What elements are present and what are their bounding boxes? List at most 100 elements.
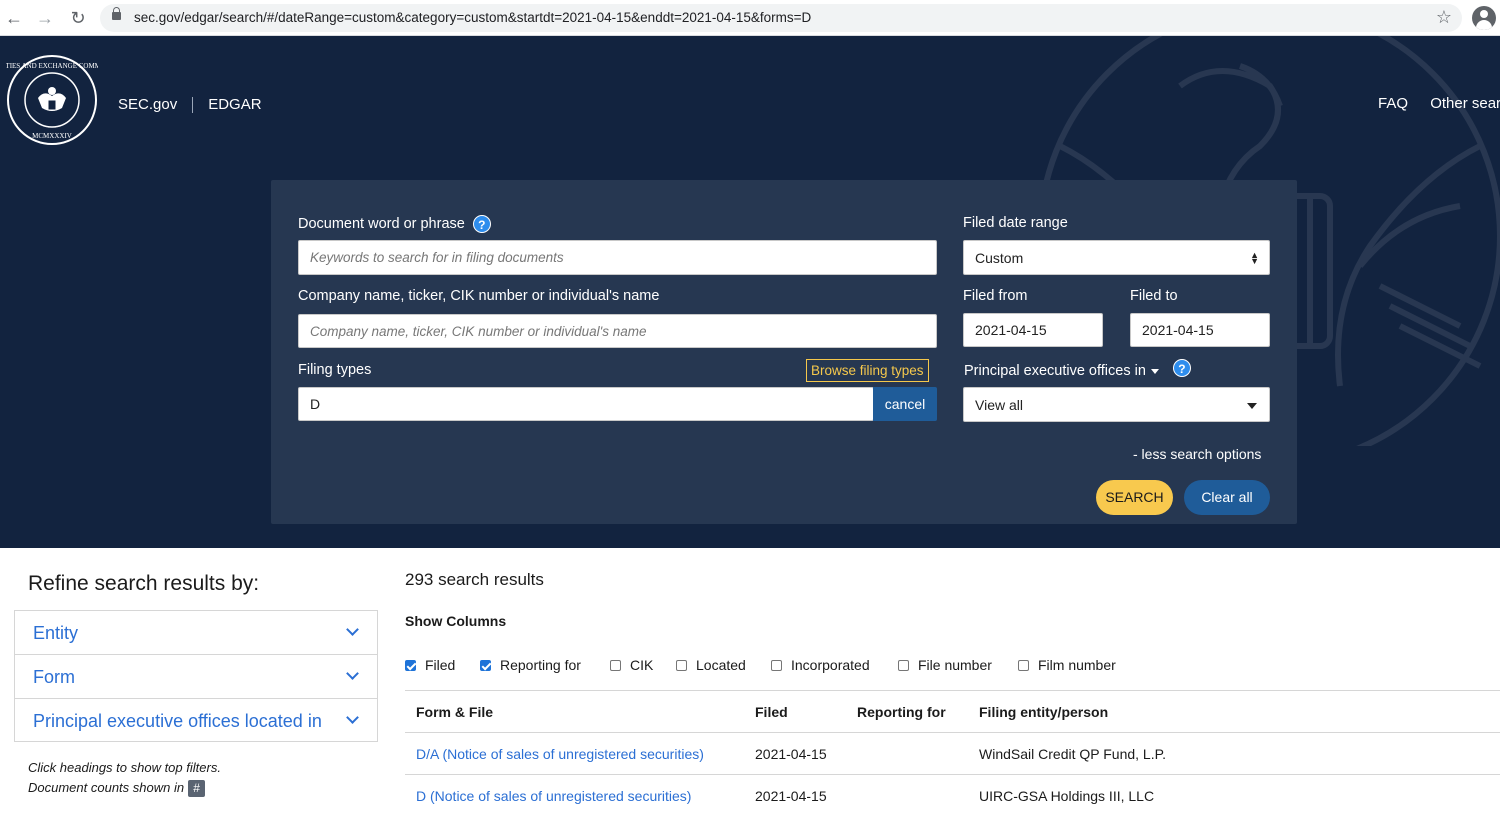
checkbox[interactable] bbox=[676, 659, 687, 671]
document-label: Document word or phrase? bbox=[298, 215, 491, 233]
dropdown-arrow-icon bbox=[1247, 403, 1257, 409]
column-toggle-file-number[interactable]: File number bbox=[898, 657, 992, 673]
facet-entity[interactable]: Entity bbox=[15, 611, 377, 655]
column-toggle-label: CIK bbox=[630, 657, 654, 673]
search-button[interactable]: SEARCH bbox=[1096, 480, 1173, 515]
help-icon[interactable]: ? bbox=[1172, 359, 1191, 377]
row-entity: UIRC-GSA Holdings III, LLC bbox=[979, 788, 1155, 804]
checkbox[interactable] bbox=[1018, 659, 1029, 671]
column-toggle-label: Filed bbox=[425, 657, 456, 673]
browser-toolbar: ← → ↻ sec.gov/edgar/search/#/dateRange=c… bbox=[0, 0, 1500, 36]
caret-down-icon bbox=[1150, 368, 1159, 374]
document-search-input[interactable]: Keywords to search for in filing documen… bbox=[298, 240, 937, 275]
bookmark-star-icon[interactable]: ☆ bbox=[1436, 7, 1452, 28]
faq-link[interactable]: FAQ bbox=[1378, 95, 1408, 112]
seal-text: SECURITIES AND EXCHANGE COMMISSION bbox=[6, 62, 98, 70]
date-range-select[interactable]: Custom ▲ ▼ bbox=[963, 240, 1270, 275]
header-filing-entity[interactable]: Filing entity/person bbox=[979, 704, 1108, 720]
checkbox[interactable] bbox=[610, 659, 621, 671]
table-divider bbox=[405, 774, 1500, 775]
divider bbox=[192, 96, 194, 113]
address-bar[interactable]: sec.gov/edgar/search/#/dateRange=custom&… bbox=[100, 4, 1462, 32]
filed-to-label: Filed to bbox=[1130, 288, 1178, 304]
clear-all-button[interactable]: Clear all bbox=[1184, 480, 1270, 515]
hash-badge: # bbox=[188, 780, 206, 798]
date-range-value: Custom bbox=[975, 249, 1024, 266]
document-label-text: Document word or phrase bbox=[298, 215, 465, 232]
row-form-link[interactable]: D (Notice of sales of unregistered secur… bbox=[416, 788, 691, 804]
edgar-link[interactable]: EDGAR bbox=[208, 96, 261, 113]
facet-hint-2: Document counts shown in # bbox=[28, 780, 206, 798]
filed-from-label: Filed from bbox=[963, 288, 1028, 304]
facet-principal-offices[interactable]: Principal executive offices located in bbox=[15, 699, 377, 743]
column-toggle-incorporated[interactable]: Incorporated bbox=[771, 657, 870, 673]
sec-gov-link[interactable]: SEC.gov bbox=[118, 96, 177, 113]
facet-label: Principal executive offices located in bbox=[33, 711, 322, 731]
facet-form[interactable]: Form bbox=[15, 655, 377, 699]
filing-types-input[interactable]: D bbox=[298, 387, 874, 421]
less-search-options-link[interactable]: - less search options bbox=[1133, 446, 1261, 462]
back-arrow-icon[interactable]: ← bbox=[2, 6, 26, 30]
column-toggle-cik[interactable]: CIK bbox=[610, 657, 653, 673]
profile-avatar-icon[interactable] bbox=[1472, 6, 1496, 30]
chevron-down-icon bbox=[346, 623, 359, 636]
row-form-link[interactable]: D/A (Notice of sales of unregistered sec… bbox=[416, 746, 704, 762]
facet-hint-1: Click headings to show top filters. bbox=[28, 760, 221, 775]
sec-seal-logo: SECURITIES AND EXCHANGE COMMISSION MCMXX… bbox=[6, 55, 98, 145]
forward-arrow-icon[interactable]: → bbox=[33, 6, 57, 30]
peo-value: View all bbox=[975, 396, 1023, 413]
column-toggle-filed[interactable]: Filed bbox=[405, 657, 455, 673]
show-columns-label: Show Columns bbox=[405, 613, 507, 629]
company-search-input[interactable]: Company name, ticker, CIK number or indi… bbox=[298, 314, 937, 348]
column-toggle-label: Located bbox=[696, 657, 746, 673]
chevron-down-icon bbox=[346, 667, 359, 680]
checkbox[interactable] bbox=[898, 659, 909, 671]
checkbox[interactable] bbox=[405, 659, 416, 671]
url-text: sec.gov/edgar/search/#/dateRange=custom&… bbox=[134, 10, 812, 25]
column-toggle-label: Film number bbox=[1038, 657, 1116, 673]
column-toggle-label: Reporting for bbox=[500, 657, 581, 673]
date-range-label: Filed date range bbox=[963, 215, 1068, 231]
cancel-button[interactable]: cancel bbox=[873, 387, 937, 421]
column-toggle-label: Incorporated bbox=[791, 657, 870, 673]
company-label: Company name, ticker, CIK number or indi… bbox=[298, 288, 660, 304]
table-divider bbox=[405, 732, 1500, 733]
column-toggle-film-number[interactable]: Film number bbox=[1018, 657, 1116, 673]
column-toggle-label: File number bbox=[918, 657, 992, 673]
site-links: SEC.gov EDGAR bbox=[118, 96, 262, 113]
peo-label[interactable]: Principal executive offices in? bbox=[964, 359, 1191, 380]
row-filed: 2021-04-15 bbox=[755, 788, 827, 804]
filed-from-input[interactable]: 2021-04-15 bbox=[963, 313, 1103, 347]
facet-list: Entity Form Principal executive offices … bbox=[14, 610, 378, 742]
row-filed: 2021-04-15 bbox=[755, 746, 827, 762]
other-searches-link[interactable]: Other searc bbox=[1430, 95, 1500, 112]
seal-year: MCMXXXIV bbox=[32, 132, 72, 140]
table-divider bbox=[405, 690, 1500, 691]
header-reporting-for[interactable]: Reporting for bbox=[857, 704, 946, 720]
top-nav: FAQ Other searc bbox=[1378, 95, 1500, 112]
browse-filing-types-button[interactable]: Browse filing types bbox=[806, 359, 929, 382]
filed-to-input[interactable]: 2021-04-15 bbox=[1130, 313, 1270, 347]
facet-hint-2-text: Document counts shown in bbox=[28, 780, 185, 795]
result-count: 293 search results bbox=[405, 570, 544, 589]
header-form-file[interactable]: Form & File bbox=[416, 704, 493, 720]
select-arrows-icon: ▲ ▼ bbox=[1250, 250, 1259, 266]
refine-title: Refine search results by: bbox=[28, 572, 260, 595]
peo-select[interactable]: View all bbox=[963, 387, 1270, 422]
facet-label: Form bbox=[33, 667, 75, 687]
help-icon[interactable]: ? bbox=[472, 215, 491, 233]
lock-icon bbox=[112, 7, 121, 20]
checkbox[interactable] bbox=[480, 659, 491, 671]
filing-types-label: Filing types bbox=[298, 362, 372, 378]
checkbox[interactable] bbox=[771, 659, 782, 671]
column-toggle-reporting-for[interactable]: Reporting for bbox=[480, 657, 581, 673]
search-panel: Document word or phrase? Keywords to sea… bbox=[271, 180, 1297, 524]
facet-label: Entity bbox=[33, 623, 79, 643]
chevron-down-icon bbox=[346, 711, 359, 724]
site-header: SECURITIES AND EXCHANGE COMMISSION MCMXX… bbox=[0, 36, 1500, 548]
reload-icon[interactable]: ↻ bbox=[66, 6, 90, 30]
column-toggle-located[interactable]: Located bbox=[676, 657, 746, 673]
row-entity: WindSail Credit QP Fund, L.P. bbox=[979, 746, 1167, 762]
peo-label-text: Principal executive offices in bbox=[964, 362, 1146, 379]
header-filed[interactable]: Filed bbox=[755, 704, 788, 720]
